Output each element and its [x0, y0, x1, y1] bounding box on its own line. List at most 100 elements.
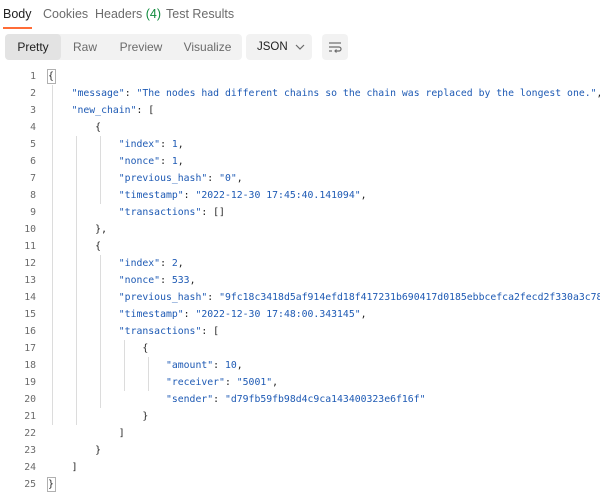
json-punctuation: [48, 377, 166, 388]
view-mode-preview[interactable]: Preview: [109, 34, 173, 60]
json-punctuation: [48, 105, 72, 116]
json-punctuation: ,: [272, 377, 279, 388]
json-punctuation: ,: [236, 173, 243, 184]
code-line: 25}: [0, 476, 600, 493]
code-line: 21 }: [0, 408, 600, 425]
json-punctuation: ,: [360, 309, 367, 320]
json-punctuation: [48, 326, 119, 337]
json-string: "The nodes had different chains so the c…: [136, 88, 597, 99]
line-number: 5: [30, 139, 36, 150]
json-punctuation: [48, 156, 119, 167]
json-punctuation: [48, 88, 72, 99]
json-key: "index": [118, 258, 161, 269]
code-line: 13 "nonce": 533,: [0, 272, 600, 289]
code-text: "message": "The nodes had different chai…: [48, 85, 600, 102]
json-punctuation: }: [48, 445, 102, 456]
response-body-editor[interactable]: 1{ 2 "message": "The nodes had different …: [0, 68, 600, 492]
json-number: 10: [224, 360, 237, 371]
code-line: 14 "previous_hash": "9fc18c3418d5af914ef…: [0, 289, 600, 306]
tab-body[interactable]: Body: [3, 7, 32, 21]
line-number: 15: [24, 309, 36, 320]
code-text: "amount": 10,: [48, 357, 243, 374]
line-number: 19: [24, 377, 36, 388]
json-punctuation: ,: [177, 139, 184, 150]
code-text: {: [48, 119, 101, 136]
chevron-down-icon: [295, 44, 305, 50]
code-line: 4 {: [0, 119, 600, 136]
json-key: "receiver": [165, 377, 225, 388]
code-line: 12 "index": 2,: [0, 255, 600, 272]
json-punctuation: [48, 394, 166, 405]
json-key: "previous_hash": [118, 173, 208, 184]
json-punctuation: ,: [236, 360, 243, 371]
json-punctuation: [48, 173, 119, 184]
json-punctuation: :: [160, 258, 172, 269]
json-key: "message": [71, 88, 125, 99]
json-punctuation: :: [213, 394, 225, 405]
line-number: 16: [24, 326, 36, 337]
json-punctuation: :: [183, 309, 196, 320]
json-key: "amount": [165, 360, 214, 371]
headers-count-badge: (4): [145, 7, 162, 21]
code-line: 8 "timestamp": "2022-12-30 17:45:40.1410…: [0, 187, 600, 204]
json-punctuation: }: [48, 411, 149, 422]
code-text: "sender": "d79fb59fb98d4c9ca143400323e6f…: [48, 391, 426, 408]
code-text: "nonce": 1,: [48, 153, 184, 170]
json-punctuation: :: [183, 190, 196, 201]
code-text: "index": 1,: [48, 136, 184, 153]
format-selected-value: JSON: [257, 41, 288, 53]
code-line: 19 "receiver": "5001",: [0, 374, 600, 391]
json-punctuation: :: [160, 139, 172, 150]
json-punctuation: ,: [597, 88, 600, 99]
format-dropdown[interactable]: JSON: [246, 34, 312, 60]
line-number: 17: [24, 343, 36, 354]
json-punctuation: [48, 139, 119, 150]
json-punctuation: ,: [189, 275, 196, 286]
response-tabs: Body Cookies Headers (4) Test Results: [0, 0, 600, 30]
code-text: }: [48, 408, 148, 425]
tab-headers[interactable]: Headers (4): [95, 7, 161, 21]
code-line: 10 },: [0, 221, 600, 238]
json-key: "transactions": [118, 326, 202, 337]
line-number: 2: [30, 88, 36, 99]
view-mode-raw[interactable]: Raw: [61, 34, 109, 60]
json-punctuation: [48, 292, 119, 303]
view-mode-visualize[interactable]: Visualize: [173, 34, 242, 60]
json-punctuation: ,: [177, 258, 184, 269]
code-text: "previous_hash": "0",: [48, 170, 243, 187]
tab-cookies[interactable]: Cookies: [43, 7, 88, 21]
json-string: "5001": [236, 377, 273, 388]
json-key: "timestamp": [118, 309, 184, 320]
line-number: 9: [30, 207, 36, 218]
tab-test-results[interactable]: Test Results: [166, 7, 234, 21]
wrap-lines-button[interactable]: [322, 34, 348, 60]
code-text: "new_chain": [: [48, 102, 155, 119]
line-number: 7: [30, 173, 36, 184]
json-number: 533: [171, 275, 190, 286]
json-punctuation: [48, 207, 119, 218]
code-text: ]: [48, 425, 125, 442]
code-text: }: [48, 476, 54, 493]
json-key: "index": [118, 139, 161, 150]
json-punctuation: }: [48, 479, 54, 490]
json-punctuation: : [: [136, 105, 155, 116]
view-mode-pretty[interactable]: Pretty: [5, 34, 61, 60]
code-line: 5 "index": 1,: [0, 136, 600, 153]
line-number: 18: [24, 360, 36, 371]
line-number: 14: [24, 292, 36, 303]
json-key: "new_chain": [71, 105, 137, 116]
code-text: "previous_hash": "9fc18c3418d5af914efd18…: [48, 289, 600, 306]
line-number: 11: [24, 241, 36, 252]
code-text: "index": 2,: [48, 255, 184, 272]
json-punctuation: ]: [48, 462, 78, 473]
json-key: "nonce": [118, 156, 161, 167]
json-punctuation: {: [48, 241, 102, 252]
code-text: {: [48, 340, 148, 357]
line-number: 8: [30, 190, 36, 201]
code-text: {: [48, 238, 101, 255]
code-line: 9 "transactions": []: [0, 204, 600, 221]
code-text: "timestamp": "2022-12-30 17:45:40.141094…: [48, 187, 367, 204]
json-punctuation: {: [48, 343, 149, 354]
code-line: 22 ]: [0, 425, 600, 442]
code-line: 1{: [0, 68, 600, 85]
